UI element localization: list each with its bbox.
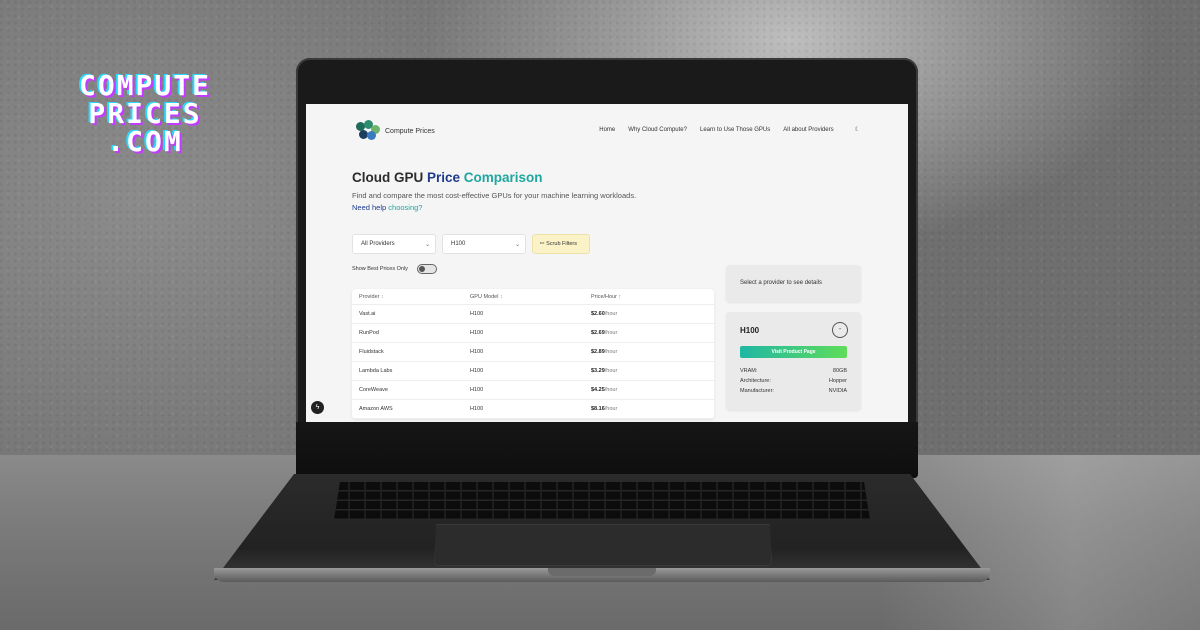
cell-price: $2.89/hour: [591, 349, 618, 355]
gpu-select[interactable]: H100 ⌄: [442, 234, 526, 254]
table-row[interactable]: Lambda Labs H100 $3.29/hour: [352, 362, 714, 381]
help-text: Need help: [352, 203, 387, 212]
cell-price: $2.69/hour: [591, 330, 618, 336]
spec-architecture: Architecture: Hopper: [740, 378, 847, 384]
page-subtitle: Find and compare the most cost-effective…: [352, 190, 642, 214]
cell-gpu: H100: [470, 387, 484, 393]
promo-logo-line-1: COMPUTE: [78, 69, 211, 102]
promo-logo-line-2: PRICES: [88, 97, 202, 130]
brand-name: Compute Prices: [385, 127, 435, 135]
cell-price: $4.25/hour: [591, 387, 618, 393]
provider-select[interactable]: All Providers ⌄: [352, 234, 436, 254]
provider-select-value: All Providers: [361, 241, 395, 247]
keyboard-rows: [334, 482, 870, 520]
title-accent-price: Price: [427, 170, 461, 185]
gpu-details-card: H100 - Visit Product Page VRAM: 80GB Arch…: [726, 312, 861, 410]
bolt-icon[interactable]: ϟ: [311, 401, 324, 414]
sort-icon: ↕: [381, 294, 384, 300]
cell-provider: CoreWeave: [359, 387, 388, 393]
title-plain: Cloud GPU: [352, 170, 427, 185]
promo-logo: COMPUTE PRICES .COM: [60, 72, 230, 156]
chevron-down-icon: ⌄: [424, 242, 430, 248]
header-gpu-model[interactable]: GPU Model ↕: [470, 294, 591, 304]
nav-home[interactable]: Home: [599, 127, 615, 133]
nav-links: Home Why Cloud Compute? Learn to Use Tho…: [599, 126, 860, 134]
cell-gpu: H100: [470, 349, 484, 355]
chevron-down-icon: ⌄: [514, 242, 520, 248]
spec-vram: VRAM: 80GB: [740, 368, 847, 374]
cell-gpu: H100: [470, 406, 484, 412]
table-row[interactable]: RunPod H100 $2.69/hour: [352, 324, 714, 343]
cell-price: $2.60/hour: [591, 311, 618, 317]
cell-price: $8.16/hour: [591, 406, 618, 412]
laptop-screen: Compute Prices Home Why Cloud Compute? L…: [306, 104, 908, 422]
header-provider[interactable]: Provider ↕: [352, 294, 470, 304]
table-row[interactable]: Vast.ai H100 $2.60/hour: [352, 305, 714, 324]
cell-gpu: H100: [470, 368, 484, 374]
cell-price: $3.29/hour: [591, 368, 618, 374]
title-accent-comparison: Comparison: [460, 170, 543, 185]
visit-product-button[interactable]: Visit Product Page: [740, 346, 847, 358]
nav-providers[interactable]: All about Providers: [783, 127, 833, 133]
cell-provider: Lambda Labs: [359, 368, 393, 374]
table-row[interactable]: CoreWeave H100 $4.25/hour: [352, 381, 714, 400]
spec-manufacturer: Manufacturer: NVIDIA: [740, 388, 847, 394]
collapse-button[interactable]: -: [832, 322, 848, 338]
best-prices-toggle[interactable]: [417, 264, 437, 274]
header-price[interactable]: Price/Hour ↑: [591, 294, 714, 304]
table-header: Provider ↕ GPU Model ↕ Price/Hour ↑: [352, 289, 714, 305]
sort-up-icon: ↑: [618, 294, 622, 300]
sort-icon: ↕: [499, 294, 503, 300]
gpu-select-value: H100: [451, 241, 466, 247]
provider-details-placeholder: Select a provider to see details: [726, 265, 861, 302]
site-brand[interactable]: Compute Prices: [354, 120, 435, 142]
gpu-logo-icon: [354, 120, 382, 142]
site-nav: Compute Prices Home Why Cloud Compute? L…: [354, 120, 860, 142]
cell-provider: Vast.ai: [359, 311, 376, 317]
table-row[interactable]: Amazon AWS H100 $8.16/hour: [352, 400, 714, 419]
laptop-bezel-bottom: [296, 422, 918, 478]
subtitle-text: Find and compare the most cost-effective…: [352, 191, 637, 200]
cell-provider: Amazon AWS: [359, 406, 393, 412]
help-link[interactable]: choosing?: [386, 203, 422, 212]
promo-logo-line-3: .COM: [107, 125, 183, 158]
laptop-notch: [548, 568, 656, 576]
cell-gpu: H100: [470, 330, 484, 336]
cell-gpu: H100: [470, 311, 484, 317]
scrub-filters-button[interactable]: ✏ Scrub Filters: [532, 234, 590, 254]
price-table: Provider ↕ GPU Model ↕ Price/Hour ↑ Vast…: [352, 289, 714, 419]
page-title: Cloud GPU Price Comparison: [352, 170, 543, 185]
cell-provider: RunPod: [359, 330, 379, 336]
cell-provider: Fluidstack: [359, 349, 384, 355]
nav-why-cloud[interactable]: Why Cloud Compute?: [628, 127, 687, 133]
placeholder-text: Select a provider to see details: [740, 280, 823, 286]
moon-icon[interactable]: ☾: [855, 126, 860, 133]
toggle-knob: [419, 266, 425, 272]
nav-learn-gpus[interactable]: Learn to Use Those GPUs: [700, 127, 770, 133]
best-prices-label: Show Best Prices Only: [352, 266, 408, 272]
laptop-trackpad: [434, 524, 772, 566]
table-row[interactable]: Fluidstack H100 $2.89/hour: [352, 343, 714, 362]
gpu-name: H100: [740, 326, 760, 335]
